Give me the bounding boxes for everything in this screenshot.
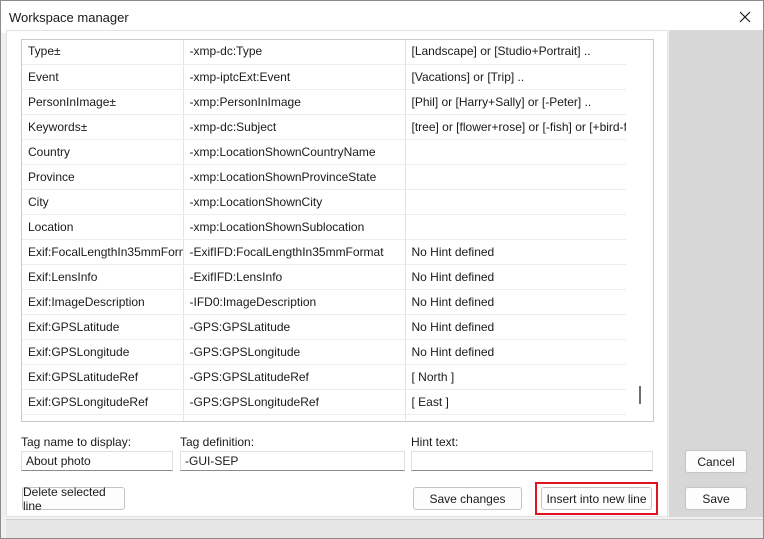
tag-name-cell[interactable]: City (22, 189, 184, 215)
tag-name-cell[interactable]: Exif:LensInfo (22, 264, 184, 290)
tag-definition-cell[interactable]: -GPS:GPSLatitudeRef (183, 364, 406, 390)
tag-definition-cell[interactable]: -xmp-dc:Subject (183, 114, 406, 140)
insert-into-new-line-button[interactable]: Insert into new line (541, 487, 652, 510)
hint-text-cell[interactable] (405, 139, 627, 165)
tag-definition-cell[interactable]: -IFD0:ImageDescription (183, 289, 406, 315)
tag-name-cell[interactable]: Keywords± (22, 114, 184, 140)
hint-text-cell[interactable] (405, 189, 627, 215)
hint-text-cell[interactable]: [Landscape] or [Studio+Portrait] .. (405, 40, 627, 65)
tag-definition-label: Tag definition: (180, 435, 255, 449)
tag-definition-cell[interactable]: -xmp:LocationShownCountryName (183, 139, 406, 165)
tag-name-cell[interactable]: Location (22, 214, 184, 240)
tag-name-label: Tag name to display: (21, 435, 132, 449)
hint-text-cell[interactable]: [tree] or [flower+rose] or [-fish] or [+… (405, 114, 627, 140)
tag-name-cell[interactable]: Event (22, 64, 184, 90)
table-row[interactable]: Exif:ImageDescription -IFD0:ImageDescript… (22, 289, 627, 315)
tag-name-cell[interactable]: Exif:GPSLatitudeRef (22, 364, 184, 390)
tag-grid: Type± -xmp-dc:Type [Landscape] or [Studio+… (21, 39, 654, 422)
table-row[interactable]: Province -xmp:LocationShownProvinceState (22, 164, 627, 190)
tag-definition-cell[interactable]: -xmp:PersonInImage (183, 89, 406, 115)
tag-definition-cell[interactable]: -xmp:LocationShownProvinceState (183, 164, 406, 190)
table-row[interactable]: Type± -xmp-dc:Type [Landscape] or [Studio+… (22, 40, 627, 65)
hint-text-cell[interactable]: No Hint defined (405, 314, 627, 340)
table-row[interactable]: Exif:LensInfo -ExifIFD:LensInfo No Hint de… (22, 264, 627, 290)
tag-definition-cell[interactable]: -ExifIFD:FocalLengthIn35mmFormat (183, 239, 406, 265)
table-row[interactable]: City -xmp:LocationShownCity (22, 189, 627, 215)
status-bar (6, 519, 763, 538)
delete-selected-line-button[interactable]: Delete selected line (22, 485, 125, 513)
tag-definition-cell[interactable]: -ExifIFD:LensInfo (183, 264, 406, 290)
tag-definition-cell[interactable]: -xmp:LocationShownCity (183, 189, 406, 215)
hint-text-cell[interactable]: [Vacations] or [Trip] .. (405, 64, 627, 90)
hint-text-label: Hint text: (411, 435, 459, 449)
workspace-manager-window: Workspace manager Type± -xmp-dc:Type [Land… (0, 0, 764, 539)
table-row[interactable]: Exif:GPSLongitudeRef -GPS:GPSLongitudeRef… (22, 389, 627, 415)
table-row[interactable]: Exif:GPSLatitude -GPS:GPSLatitude No Hint … (22, 314, 627, 340)
title-bar: Workspace manager (1, 1, 763, 33)
tag-name-cell[interactable]: Exif:FocalLengthIn35mmFormat (22, 239, 184, 265)
tag-name-cell[interactable] (22, 414, 184, 421)
save-button[interactable]: Save (685, 487, 747, 510)
scrollbar-thumb[interactable] (639, 386, 641, 404)
vertical-scrollbar[interactable] (626, 40, 653, 421)
hint-text-cell[interactable] (405, 214, 627, 240)
hint-text-cell[interactable]: [ East ] (405, 389, 627, 415)
tag-table: Type± -xmp-dc:Type [Landscape] or [Studio+… (22, 40, 627, 421)
hint-text-cell[interactable]: [Phil] or [Harry+Sally] or [-Peter] .. (405, 89, 627, 115)
tag-definition-cell[interactable]: -GPS:GPSLongitudeRef (183, 389, 406, 415)
tag-name-input[interactable] (21, 451, 173, 471)
tag-definition-cell[interactable]: -xmp-dc:Type (183, 40, 406, 65)
table-row[interactable]: Location -xmp:LocationShownSublocation (22, 214, 627, 240)
side-panel (669, 30, 763, 517)
table-row[interactable]: Exif:GPSLongitude -GPS:GPSLongitude No Hin… (22, 339, 627, 365)
table-row[interactable]: PersonInImage± -xmp:PersonInImage [Phil] o… (22, 89, 627, 115)
tag-definition-cell[interactable]: -GPS:GPSLongitude (183, 339, 406, 365)
close-button[interactable] (731, 3, 759, 31)
tag-name-cell[interactable]: Exif:GPSLongitudeRef (22, 389, 184, 415)
window-title: Workspace manager (9, 9, 129, 25)
hint-text-cell[interactable]: [ North ] (405, 364, 627, 390)
close-icon (739, 11, 751, 23)
hint-text-input[interactable] (411, 451, 653, 471)
tag-definition-cell[interactable]: -xmp:LocationShownSublocation (183, 214, 406, 240)
tag-name-cell[interactable]: Province (22, 164, 184, 190)
tag-name-cell[interactable]: Country (22, 139, 184, 165)
save-changes-button[interactable]: Save changes (413, 487, 522, 510)
hint-text-cell[interactable] (405, 414, 627, 421)
tag-definition-cell[interactable]: -xmp-iptcExt:Event (183, 64, 406, 90)
table-row[interactable]: Keywords± -xmp-dc:Subject [tree] or [flowe… (22, 114, 627, 140)
tag-name-cell[interactable]: Exif:GPSLatitude (22, 314, 184, 340)
tag-name-cell[interactable]: Exif:ImageDescription (22, 289, 184, 315)
tag-name-cell[interactable]: PersonInImage± (22, 89, 184, 115)
table-row[interactable]: Country -xmp:LocationShownCountryName (22, 139, 627, 165)
cancel-button[interactable]: Cancel (685, 450, 747, 473)
tag-grid-viewport[interactable]: Type± -xmp-dc:Type [Landscape] or [Studio+… (22, 40, 653, 421)
table-row[interactable]: Event -xmp-iptcExt:Event [Vacations] or [T… (22, 64, 627, 90)
hint-text-cell[interactable]: No Hint defined (405, 289, 627, 315)
tag-definition-input[interactable] (180, 451, 405, 471)
hint-text-cell[interactable]: No Hint defined (405, 339, 627, 365)
hint-text-cell[interactable]: No Hint defined (405, 239, 627, 265)
table-row[interactable]: Exif:FocalLengthIn35mmFormat -ExifIFD:Foc… (22, 239, 627, 265)
hint-text-cell[interactable]: No Hint defined (405, 264, 627, 290)
tag-definition-cell[interactable]: -GPS:GPSLatitude (183, 314, 406, 340)
tag-name-cell[interactable]: Type± (22, 40, 184, 65)
table-row[interactable]: Exif:GPSLatitudeRef -GPS:GPSLatitudeRef[ … (22, 364, 627, 390)
hint-text-cell[interactable] (405, 164, 627, 190)
tag-definition-cell[interactable] (183, 414, 406, 421)
tag-name-cell[interactable]: Exif:GPSLongitude (22, 339, 184, 365)
table-row[interactable] (22, 414, 627, 421)
